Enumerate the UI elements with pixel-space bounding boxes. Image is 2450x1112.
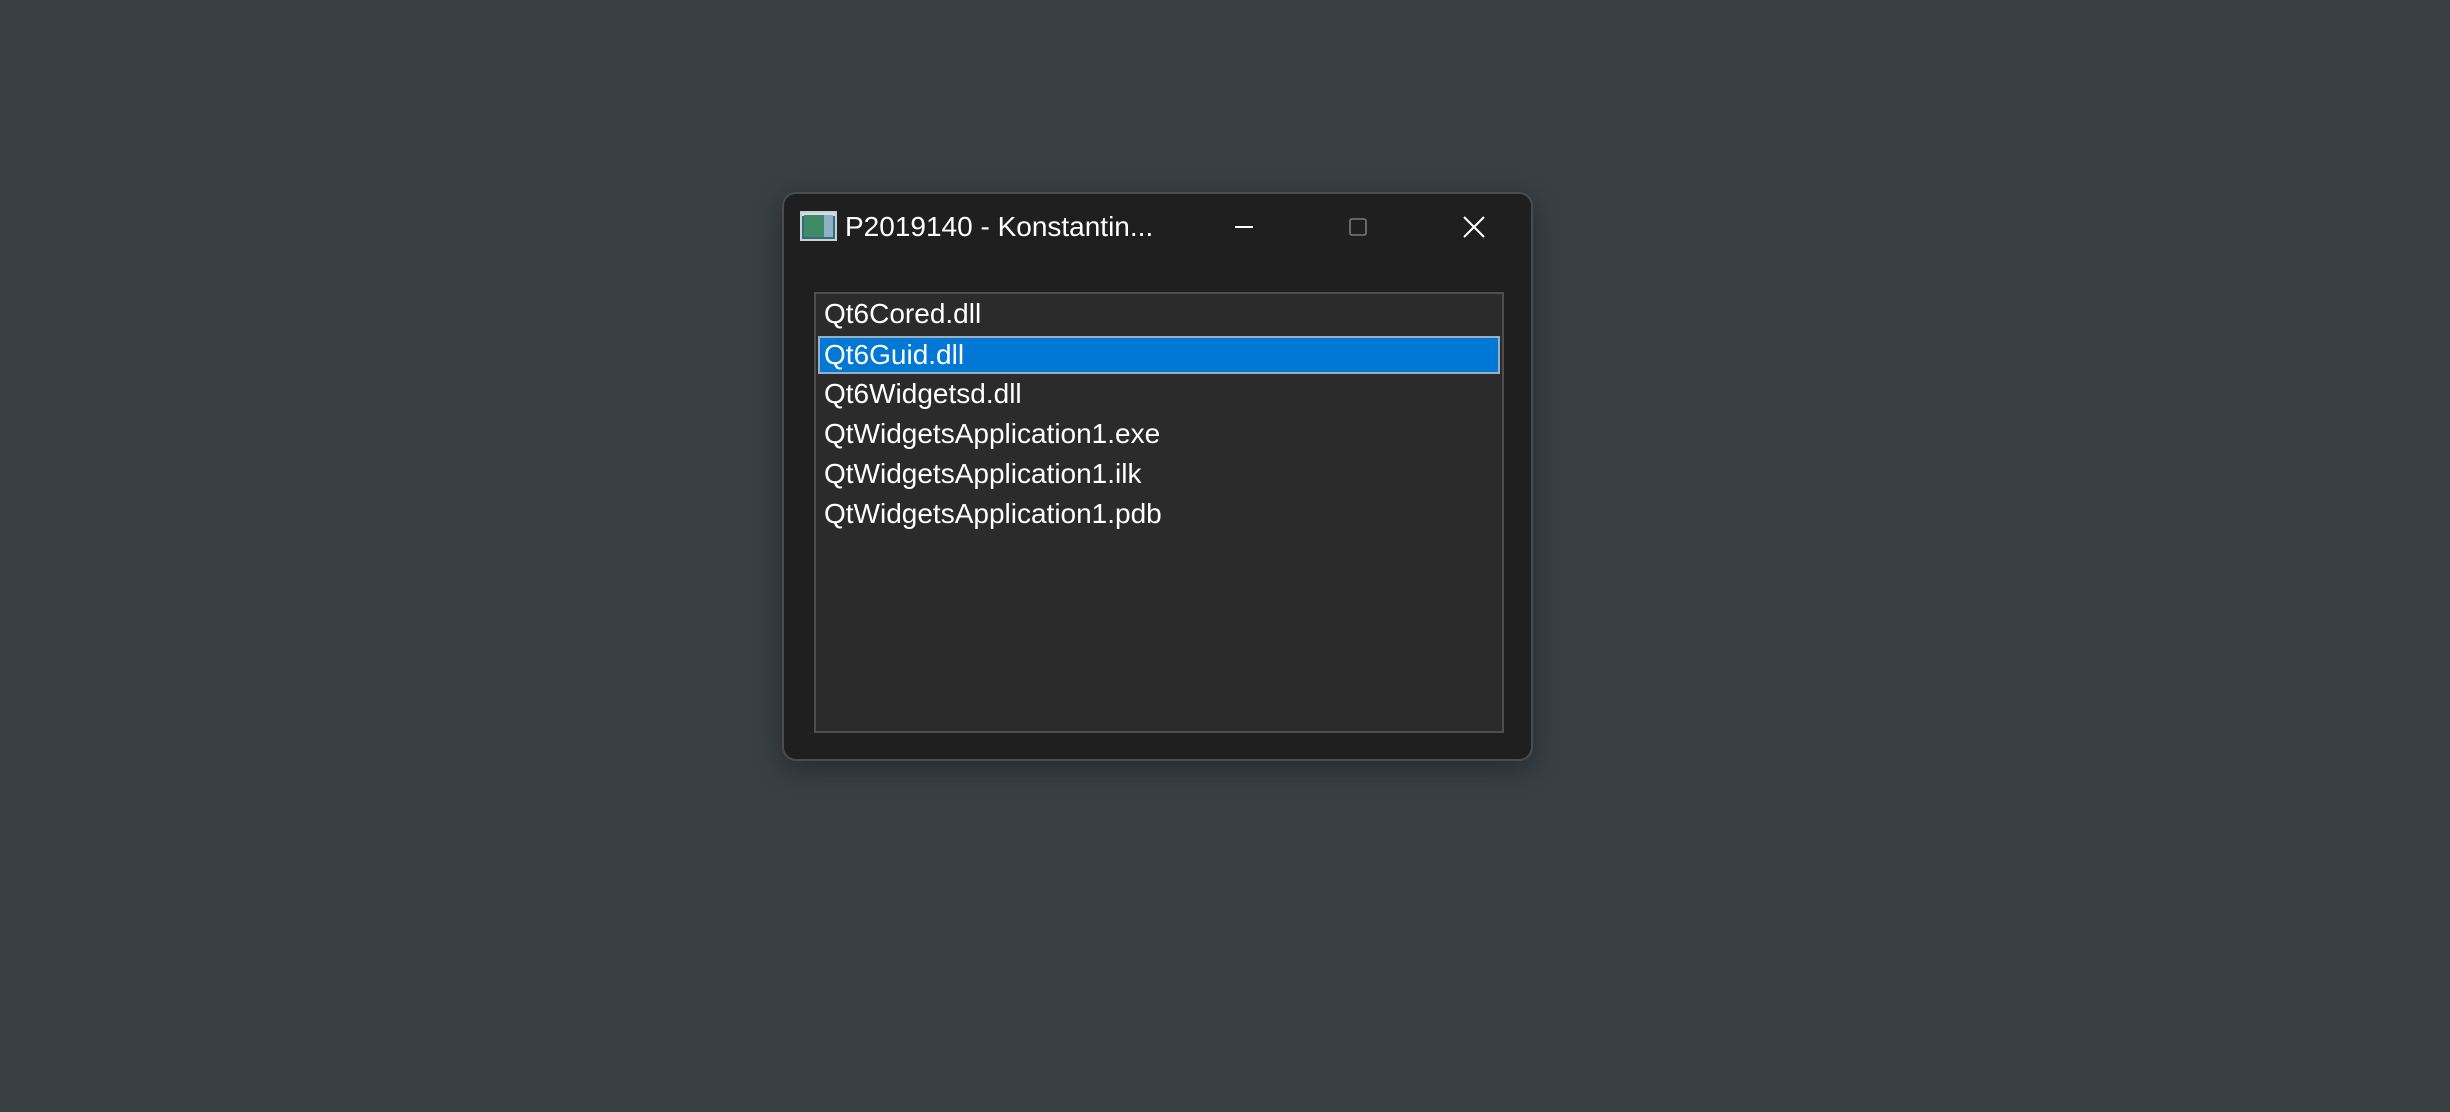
application-window-icon[interactable] xyxy=(800,211,837,241)
app-window: P2019140 - Konstantin... Qt6Cored.dll Qt… xyxy=(782,192,1533,761)
minimize-icon xyxy=(1235,226,1253,228)
window-title: P2019140 - Konstantin... xyxy=(845,211,1154,242)
file-list[interactable]: Qt6Cored.dll Qt6Guid.dll Qt6Widgetsd.dll… xyxy=(814,292,1504,733)
list-item-qtwidgetsapplication1-pdb[interactable]: QtWidgetsApplication1.pdb xyxy=(818,496,1500,534)
list-item-qt6widgetsd-dll[interactable]: Qt6Widgetsd.dll xyxy=(818,376,1500,414)
maximize-button[interactable] xyxy=(1302,194,1414,260)
list-item-qtwidgetsapplication1-ilk[interactable]: QtWidgetsApplication1.ilk xyxy=(818,456,1500,494)
minimize-button[interactable] xyxy=(1188,194,1300,260)
close-icon xyxy=(1463,216,1485,238)
list-item-qt6guid-dll[interactable]: Qt6Guid.dll xyxy=(818,336,1500,374)
list-item-qtwidgetsapplication1-exe[interactable]: QtWidgetsApplication1.exe xyxy=(818,416,1500,454)
close-button[interactable] xyxy=(1418,194,1530,260)
maximize-icon xyxy=(1349,218,1367,236)
list-item-qt6cored-dll[interactable]: Qt6Cored.dll xyxy=(818,296,1500,334)
title-bar[interactable]: P2019140 - Konstantin... xyxy=(784,194,1531,264)
